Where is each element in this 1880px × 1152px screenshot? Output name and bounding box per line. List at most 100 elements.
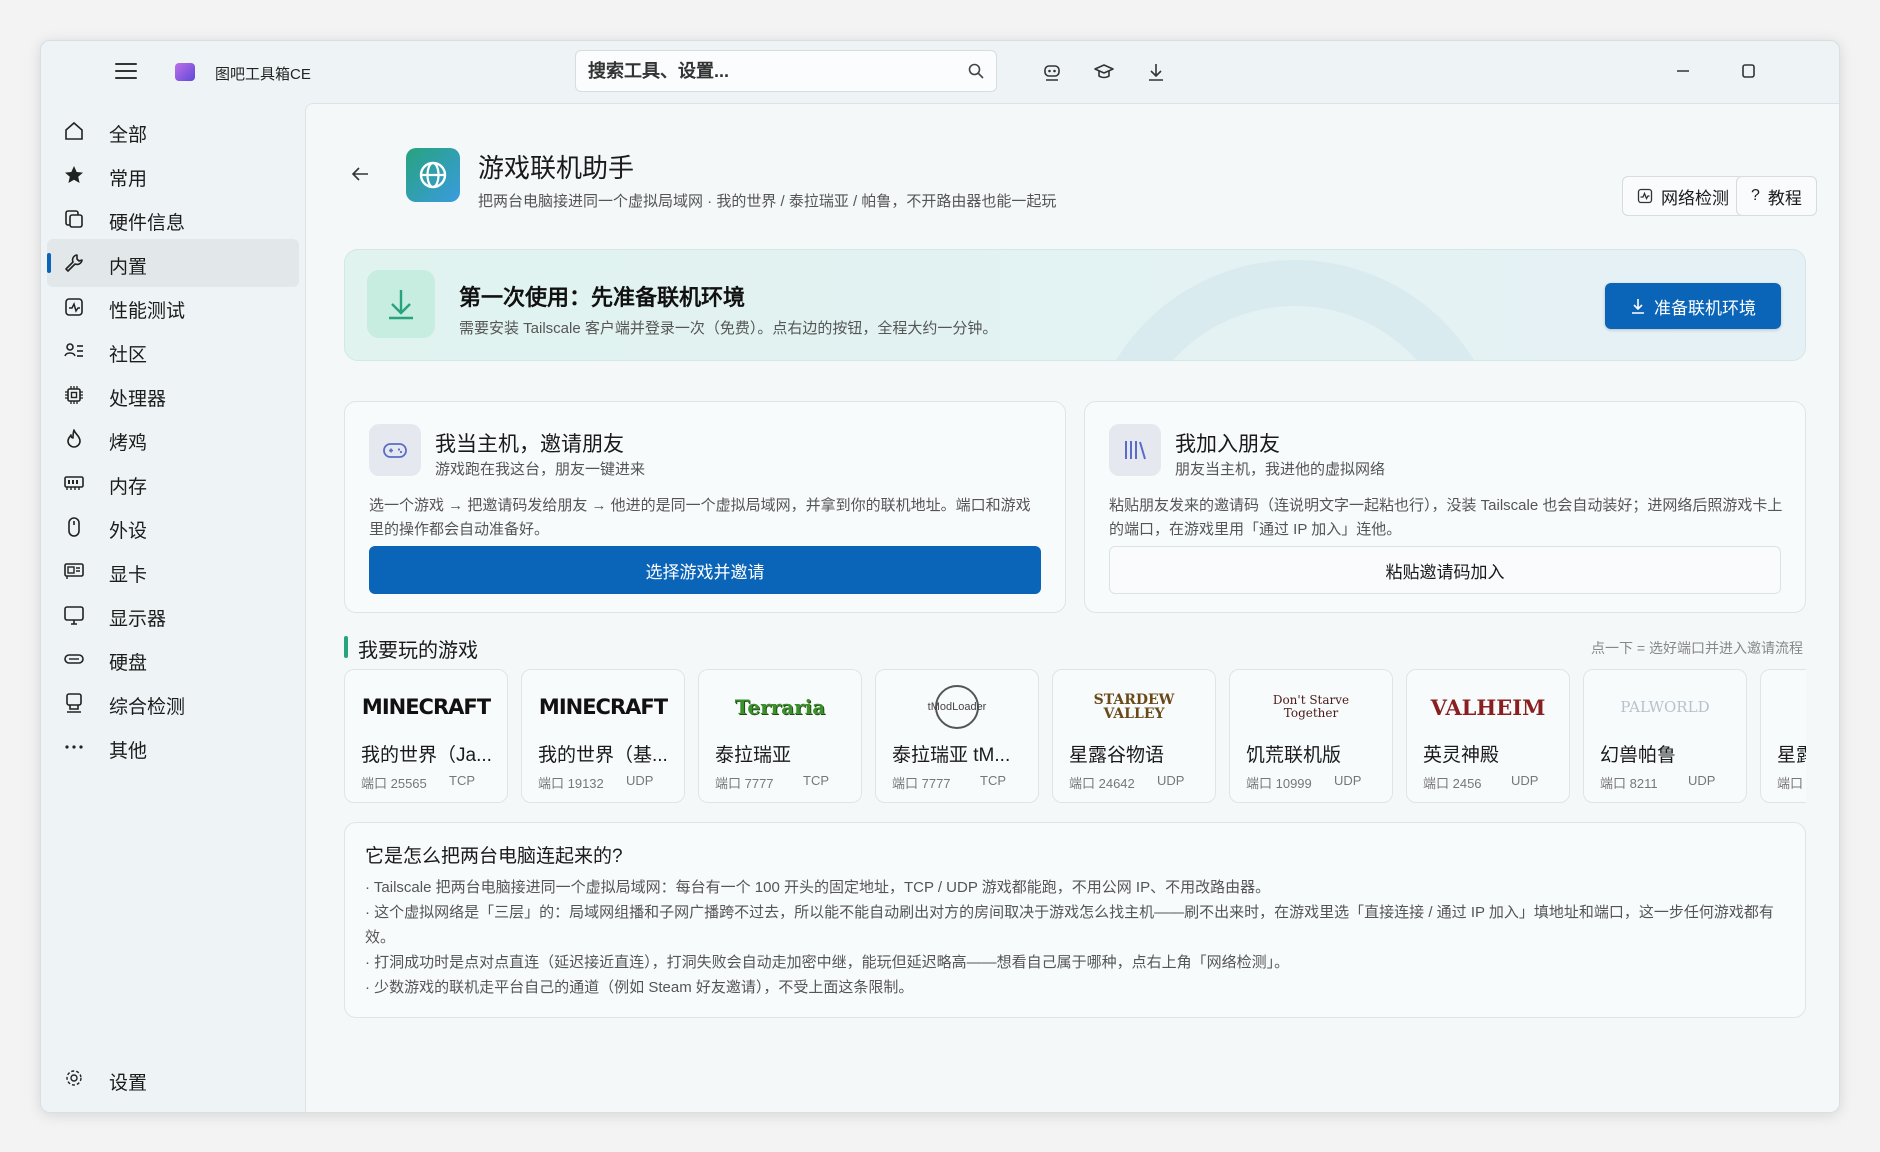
- sidebar-item-label: 综合检测: [109, 697, 186, 718]
- game-protocol: UDP: [626, 773, 654, 788]
- info-line: · 打洞成功时是点对点直连（延迟接近直连），打洞失败会自动走加密中继，能玩但延迟…: [365, 954, 1290, 971]
- game-name: 我的世界（Ja...: [361, 745, 492, 766]
- sidebar-item-label: 硬盘: [109, 653, 148, 674]
- sidebar-item-6[interactable]: 社区: [47, 327, 299, 375]
- sidebar-item-13[interactable]: 硬盘: [47, 635, 299, 683]
- robot-icon[interactable]: [1041, 61, 1063, 83]
- sidebar-item-11[interactable]: 显卡: [47, 547, 299, 595]
- game-port: 端口 24642: [1069, 776, 1135, 791]
- game-logo-text: MINECRAFT: [538, 695, 668, 719]
- minimize-icon[interactable]: [1671, 59, 1695, 83]
- game-name: 英灵神殿: [1423, 745, 1500, 766]
- game-card[interactable]: MINECRAFT 我的世界（Ja... 端口 25565 TCP: [344, 669, 508, 803]
- game-logo: S: [1775, 684, 1806, 730]
- game-card[interactable]: Terraria 泰拉瑞亚端口 7777 TCP: [698, 669, 862, 803]
- game-port: 端口: [1777, 776, 1804, 791]
- games-section-title: 我要玩的游戏: [344, 634, 478, 663]
- tutorial-button[interactable]: ? 教程: [1736, 176, 1817, 216]
- back-arrow-icon[interactable]: [348, 162, 372, 186]
- sidebar-item-8[interactable]: 烤鸡: [47, 415, 299, 463]
- sidebar-item-3[interactable]: 硬件信息: [47, 195, 299, 243]
- sidebar-item-4[interactable]: 内置: [47, 239, 299, 287]
- games-list: MINECRAFT 我的世界（Ja... 端口 25565 TCP MINECRAFT 我…: [344, 669, 1806, 805]
- app-logo: [175, 63, 195, 81]
- game-protocol: UDP: [1511, 773, 1539, 788]
- memory-icon: [64, 476, 84, 490]
- sidebar-item-1[interactable]: 全部: [47, 107, 299, 155]
- sidebar-item-2[interactable]: 常用: [47, 151, 299, 199]
- download-icon[interactable]: [1145, 61, 1167, 83]
- game-logo-text: Terraria: [734, 695, 826, 719]
- host-card-description: 选一个游戏 → 把邀请码发给朋友 → 他进的是同一个虚拟局域网，并拿到你的联机地…: [369, 497, 1031, 538]
- prepare-environment-label: 准备联机环境: [1654, 298, 1756, 318]
- gamepad-icon: [369, 424, 421, 476]
- game-port: 端口 8211: [1600, 776, 1658, 791]
- community-icon: [64, 343, 83, 357]
- network-check-label: 网络检测: [1661, 188, 1729, 208]
- game-logo: Terraria: [713, 684, 847, 730]
- menu-icon[interactable]: [115, 63, 137, 79]
- game-card[interactable]: MINECRAFT 我的世界（基... 端口 19132 UDP: [521, 669, 685, 803]
- download-icon: [367, 270, 435, 338]
- main-content: 游戏联机助手 把两台电脑接进同一个虚拟局域网 · 我的世界 / 泰拉瑞亚 / 帕…: [305, 103, 1839, 1112]
- sidebar-item-12[interactable]: 显示器: [47, 591, 299, 639]
- sidebar-item-label: 内存: [109, 477, 148, 498]
- sidebar-item-14[interactable]: 综合检测: [47, 679, 299, 727]
- game-logo: PALWORLD: [1598, 684, 1732, 730]
- sidebar-item-10[interactable]: 外设: [47, 503, 299, 551]
- select-game-invite-button[interactable]: 选择游戏并邀请: [369, 546, 1041, 594]
- join-card: 我加入朋友 朋友当主机，我进他的虚拟网络 粘贴朋友发来的邀请码（连说明文字一起粘…: [1084, 401, 1806, 613]
- paste-invite-code-button[interactable]: 粘贴邀请码加入: [1109, 546, 1781, 594]
- host-card: 我当主机，邀请朋友 游戏跑在我这台，朋友一键进来 选一个游戏 → 把邀请码发给朋…: [344, 401, 1066, 613]
- game-card[interactable]: STARDEW VALLEY 星露谷物语 端口 24642 UDP: [1052, 669, 1216, 803]
- gpu-icon: [64, 563, 84, 579]
- search-input[interactable]: [588, 51, 948, 91]
- game-card[interactable]: PALWORLD 幻兽帕鲁 端口 8211 UDP: [1583, 669, 1747, 803]
- library-icon: [1109, 424, 1161, 476]
- game-logo: MINECRAFT: [536, 684, 670, 730]
- banner-title: 第一次使用：先准备联机环境: [459, 285, 746, 310]
- game-port: 端口 7777: [715, 776, 774, 791]
- disk-icon: [64, 654, 84, 664]
- star-icon: [65, 166, 83, 183]
- game-card[interactable]: tModLoader 泰拉瑞亚 tM... 端口 7777 TCP: [875, 669, 1039, 803]
- sidebar-item-label: 社区: [109, 345, 148, 366]
- game-card[interactable]: Don't Starve Together 饥荒联机版 端口 10999 UDP: [1229, 669, 1393, 803]
- game-protocol: TCP: [980, 773, 1006, 788]
- game-name: 星露谷物语: [1069, 745, 1165, 766]
- sidebar-item-9[interactable]: 内存: [47, 459, 299, 507]
- host-card-subtitle: 游戏跑在我这台，朋友一键进来: [435, 461, 646, 478]
- graduation-cap-icon[interactable]: [1093, 61, 1115, 83]
- game-name: 幻兽帕鲁: [1600, 745, 1677, 766]
- sidebar-item-label: 全部: [109, 125, 148, 146]
- gear-icon: [66, 1070, 82, 1086]
- game-logo: VALHEIM: [1421, 684, 1555, 730]
- pulse-icon: [1637, 188, 1653, 204]
- game-name: 饥荒联机版: [1246, 745, 1342, 766]
- game-card[interactable]: S 星露端口: [1760, 669, 1806, 803]
- search-box[interactable]: [575, 50, 997, 92]
- game-logo-text: MINECRAFT: [361, 695, 491, 719]
- settings-button[interactable]: 设置: [47, 1056, 299, 1100]
- sidebar-item-15[interactable]: 其他: [47, 723, 299, 771]
- game-port: 端口 19132: [538, 776, 604, 791]
- game-name: 我的世界（基...: [538, 745, 668, 766]
- join-card-subtitle: 朋友当主机，我进他的虚拟网络: [1175, 461, 1386, 478]
- sidebar-item-label: 内置: [109, 257, 148, 278]
- sidebar-item-5[interactable]: 性能测试: [47, 283, 299, 331]
- game-name: 泰拉瑞亚: [715, 745, 792, 766]
- app-window: 图吧工具箱CE 全部常用硬件信息内置性能测试社区处理器烤鸡内存外设: [40, 40, 1840, 1113]
- download-icon: [1632, 299, 1644, 314]
- maximize-icon[interactable]: [1736, 59, 1760, 83]
- game-logo-text: VALHEIM: [1430, 694, 1546, 720]
- game-logo-text: STARDEW VALLEY: [1093, 692, 1175, 722]
- game-protocol: TCP: [803, 773, 829, 788]
- join-card-description: 粘贴朋友发来的邀请码（连说明文字一起粘也行），没装 Tailscale 也会自动…: [1109, 497, 1783, 538]
- search-icon[interactable]: [968, 63, 984, 79]
- prepare-environment-button[interactable]: 准备联机环境: [1605, 283, 1781, 329]
- sidebar-item-7[interactable]: 处理器: [47, 371, 299, 419]
- network-check-button[interactable]: 网络检测: [1622, 176, 1744, 216]
- game-name: 泰拉瑞亚 tM...: [892, 745, 1011, 766]
- game-card[interactable]: VALHEIM 英灵神殿 端口 2456 UDP: [1406, 669, 1570, 803]
- game-logo: Don't Starve Together: [1244, 684, 1378, 730]
